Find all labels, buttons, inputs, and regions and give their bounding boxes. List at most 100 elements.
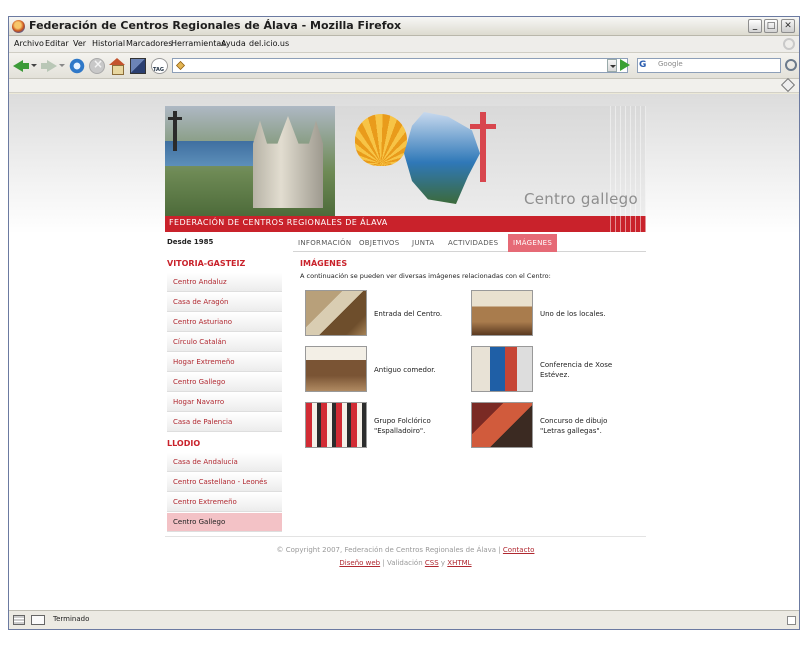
- navigation-toolbar: G Google: [9, 53, 799, 79]
- close-button[interactable]: ✕: [781, 19, 795, 33]
- banner-sea-image: [165, 141, 255, 166]
- css-link[interactable]: CSS: [425, 559, 439, 567]
- delicious-tag-icon[interactable]: [151, 58, 168, 74]
- sidebar-item-hogar-navarro[interactable]: Hogar Navarro: [167, 393, 282, 412]
- tab-informacion[interactable]: INFORMACIÓN: [293, 234, 356, 252]
- image-thumbnail-entrada[interactable]: [305, 290, 367, 336]
- url-field[interactable]: [172, 58, 628, 73]
- sidebar-item-centro-gallego-llodio[interactable]: Centro Gallego: [167, 513, 282, 532]
- status-text: Terminado: [53, 615, 90, 623]
- site-title: FEDERACIÓN DE CENTROS REGIONALES DE ÁLAV…: [169, 218, 388, 227]
- image-thumbnail-concurso-dibujo[interactable]: [471, 402, 533, 448]
- throbber-icon: [783, 38, 795, 50]
- xhtml-link[interactable]: XHTML: [447, 559, 471, 567]
- header-banner: Centro gallego: [165, 106, 646, 216]
- sidebar-item-casa-de-palencia[interactable]: Casa de Palencia: [167, 413, 282, 432]
- section-tabs: INFORMACIÓN OBJETIVOS JUNTA ACTIVIDADES …: [293, 234, 646, 252]
- page-viewport: Centro gallego FEDERACIÓN DE CENTROS REG…: [9, 94, 799, 612]
- image-thumbnail-locales[interactable]: [471, 290, 533, 336]
- home-icon[interactable]: [109, 58, 125, 75]
- tab-actividades[interactable]: ACTIVIDADES: [443, 234, 503, 252]
- site-favicon-icon: [176, 61, 185, 70]
- image-thumbnail-grupo-folclorico[interactable]: [305, 402, 367, 448]
- footer: © Copyright 2007, Federación de Centros …: [165, 544, 646, 570]
- tab-junta[interactable]: JUNTA: [407, 234, 439, 252]
- image-caption: Uno de los locales.: [540, 310, 606, 318]
- status-popup-icon: [31, 615, 45, 625]
- sidebar-heading-llodio: LLODIO: [167, 439, 201, 448]
- sidebar-item-centro-extremeno[interactable]: Centro Extremeño: [167, 493, 282, 512]
- banner-caption: Centro gallego: [523, 190, 638, 208]
- addon-diamond-icon[interactable]: [780, 77, 796, 93]
- copyright-text: © Copyright 2007, Federación de Centros …: [276, 546, 501, 554]
- firefox-icon: [12, 20, 25, 33]
- menu-editar[interactable]: Editar: [45, 39, 69, 48]
- sidebar-item-centro-asturiano[interactable]: Centro Asturiano: [167, 313, 282, 332]
- banner-cross-image: [168, 111, 182, 151]
- site-title-bar: FEDERACIÓN DE CENTROS REGIONALES DE ÁLAV…: [165, 216, 646, 232]
- url-history-dropdown-icon[interactable]: [607, 59, 617, 72]
- image-thumbnail-conferencia[interactable]: [471, 346, 533, 392]
- contact-link[interactable]: Contacto: [503, 546, 535, 554]
- sidebar-heading-vitoria: VITORIA-GASTEIZ: [167, 259, 246, 268]
- footer-separator: |: [382, 559, 385, 567]
- image-thumbnail-comedor[interactable]: [305, 346, 367, 392]
- back-arrow-icon[interactable]: [13, 58, 29, 74]
- banner-galicia-map-image: [404, 112, 480, 204]
- menu-historial[interactable]: Historial: [92, 39, 125, 48]
- google-engine-icon[interactable]: G: [639, 60, 656, 71]
- stop-icon[interactable]: [89, 57, 105, 74]
- tab-imagenes[interactable]: IMÁGENES: [508, 234, 558, 252]
- page-title: IMÁGENES: [300, 259, 348, 268]
- web-design-link[interactable]: Diseño web: [339, 559, 380, 567]
- menu-delicious[interactable]: del.icio.us: [249, 39, 289, 48]
- validation-label: Validación: [386, 559, 423, 567]
- tab-objetivos[interactable]: OBJETIVOS: [354, 234, 404, 252]
- footer-divider: [165, 536, 646, 537]
- menu-bar: Archivo Editar Ver Historial Marcadores …: [9, 36, 799, 53]
- browser-window: Federación de Centros Regionales de Álav…: [8, 16, 800, 630]
- and-label: y: [440, 559, 446, 567]
- go-arrow-icon[interactable]: [620, 59, 630, 71]
- sidebar-item-casa-de-andalucia[interactable]: Casa de Andalucía: [167, 453, 282, 472]
- back-history-dropdown-icon[interactable]: [31, 64, 37, 67]
- menu-archivo[interactable]: Archivo: [14, 39, 44, 48]
- image-caption: Entrada del Centro.: [374, 310, 443, 318]
- title-bar: Federación de Centros Regionales de Álav…: [9, 17, 799, 36]
- menu-marcadores[interactable]: Marcadores: [126, 39, 172, 48]
- status-page-icon: [13, 615, 25, 625]
- maximize-button[interactable]: □: [764, 19, 778, 33]
- title-bar-stripes: [610, 216, 646, 232]
- menu-ayuda[interactable]: Ayuda: [221, 39, 246, 48]
- search-magnifier-icon[interactable]: [785, 59, 797, 71]
- sidebar-item-circulo-catalan[interactable]: Círculo Catalán: [167, 333, 282, 352]
- window-title: Federación de Centros Regionales de Álav…: [29, 19, 402, 32]
- footer-line-1: © Copyright 2007, Federación de Centros …: [165, 544, 646, 557]
- image-caption: Conferencia de Xose Estévez.: [540, 361, 613, 379]
- founded-label: Desde 1985: [167, 238, 214, 246]
- image-caption: Concurso de dibujo "Letras gallegas".: [540, 417, 608, 435]
- addon-bar: [9, 77, 799, 93]
- status-bar: Terminado: [9, 610, 799, 629]
- sidebar-item-casa-de-aragon[interactable]: Casa de Aragón: [167, 293, 282, 312]
- minimize-button[interactable]: _: [748, 19, 762, 33]
- forward-history-dropdown-icon[interactable]: [59, 64, 65, 67]
- banner-scallop-shell-image: [355, 114, 407, 166]
- image-caption: Antiguo comedor.: [374, 366, 436, 374]
- sidebar-item-centro-castellano-leones[interactable]: Centro Castellano - Leonés: [167, 473, 282, 492]
- search-placeholder: Google: [658, 60, 683, 68]
- sidebar-item-centro-andaluz[interactable]: Centro Andaluz: [167, 273, 282, 292]
- status-resize-icon: [787, 616, 796, 625]
- banner-santiago-cross-image: [470, 112, 496, 182]
- search-input[interactable]: G Google: [637, 58, 781, 73]
- footer-line-2: Diseño web | Validación CSS y XHTML: [165, 557, 646, 570]
- forward-arrow-icon[interactable]: [41, 58, 57, 74]
- reload-icon[interactable]: [69, 58, 85, 74]
- sidebar-item-hogar-extremeno[interactable]: Hogar Extremeño: [167, 353, 282, 372]
- menu-ver[interactable]: Ver: [73, 39, 86, 48]
- image-caption: Grupo Folclórico "Espalladoiro".: [374, 417, 431, 435]
- sidebar-item-centro-gallego[interactable]: Centro Gallego: [167, 373, 282, 392]
- menu-herramientas[interactable]: Herramientas: [171, 39, 226, 48]
- page-intro: A continuación se pueden ver diversas im…: [300, 272, 551, 280]
- bookmark-icon[interactable]: [130, 58, 146, 74]
